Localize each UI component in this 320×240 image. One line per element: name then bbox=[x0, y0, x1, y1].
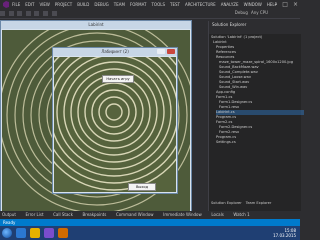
minimize-icon[interactable]: – bbox=[274, 0, 277, 9]
close-icon[interactable] bbox=[167, 49, 175, 54]
folder-icon[interactable] bbox=[30, 228, 40, 238]
tab-solution-explorer[interactable]: Solution Explorer bbox=[211, 201, 242, 207]
tab-locals[interactable]: Locals bbox=[209, 211, 223, 219]
maximize-icon[interactable]: □ bbox=[282, 0, 288, 9]
tab-breakpoints[interactable]: Breakpoints bbox=[81, 211, 107, 219]
toolbar-button[interactable] bbox=[51, 11, 57, 16]
close-icon[interactable]: × bbox=[293, 0, 298, 9]
clock-date: 17.03.2015 bbox=[273, 233, 296, 238]
tab-output[interactable]: Output bbox=[0, 211, 16, 219]
menu-window[interactable]: WINDOW bbox=[244, 1, 262, 8]
menu-architecture[interactable]: ARCHITECTURE bbox=[185, 1, 216, 8]
tab-immediate-window[interactable]: Immediate Window bbox=[161, 211, 202, 219]
platform-select[interactable]: Any CPU bbox=[251, 10, 268, 15]
tab-call-stack[interactable]: Call Stack bbox=[51, 211, 73, 219]
menu-edit[interactable]: EDIT bbox=[25, 1, 34, 8]
tree-item-settings[interactable]: Settings.cs bbox=[216, 140, 236, 145]
solution-explorer-toolbar bbox=[209, 28, 301, 34]
menu-test[interactable]: TEST bbox=[170, 1, 180, 8]
solution-explorer-header: Solution Explorer bbox=[209, 21, 301, 28]
menu-team[interactable]: TEAM bbox=[114, 1, 125, 8]
status-text: Ready bbox=[3, 220, 16, 225]
menu-project[interactable]: PROJECT bbox=[55, 1, 72, 8]
menu-debug[interactable]: DEBUG bbox=[94, 1, 108, 8]
toolbar-button[interactable] bbox=[42, 11, 48, 16]
back-window-title: Labirint bbox=[1, 21, 191, 29]
toolbar-button[interactable] bbox=[8, 11, 14, 16]
vs-logo-icon bbox=[3, 1, 9, 8]
toolbar-button[interactable] bbox=[25, 11, 31, 16]
system-tray: 15:08 17.03.2015 bbox=[273, 228, 296, 238]
solution-explorer: Solution Explorer Solution 'Labirint' (1… bbox=[208, 21, 304, 211]
window-controls: – □ × bbox=[274, 0, 298, 9]
start-game-button[interactable]: Начать игру bbox=[102, 75, 134, 83]
menu-format[interactable]: FORMAT bbox=[130, 1, 147, 8]
menu-tools[interactable]: TOOLS bbox=[151, 1, 165, 8]
menu-bar: FILE EDIT VIEW PROJECT BUILD DEBUG TEAM … bbox=[12, 1, 277, 8]
toolbar-button[interactable] bbox=[0, 11, 5, 16]
toolbar-button[interactable] bbox=[34, 11, 40, 16]
menu-view[interactable]: VIEW bbox=[39, 1, 49, 8]
maze-image-front: Начать игру Выход bbox=[54, 57, 176, 192]
status-bar: Ready bbox=[0, 219, 300, 226]
toolbar-button[interactable] bbox=[17, 11, 23, 16]
windows-start-icon[interactable] bbox=[2, 228, 12, 238]
app-window-front: Лабиринт (2) Начать игру Выход bbox=[52, 47, 178, 194]
minimize-icon[interactable] bbox=[157, 49, 165, 54]
tab-watch[interactable]: Watch 1 bbox=[231, 211, 249, 219]
output-tabs: Output Error List Call Stack Breakpoints… bbox=[0, 211, 300, 219]
media-icon[interactable] bbox=[58, 228, 68, 238]
tab-team-explorer[interactable]: Team Explorer bbox=[246, 201, 272, 207]
build-config: Debug Any CPU bbox=[235, 10, 268, 15]
panel-bottom-tabs: Solution Explorer Team Explorer bbox=[208, 201, 300, 207]
tab-error-list[interactable]: Error List bbox=[24, 211, 44, 219]
visual-studio-icon[interactable] bbox=[44, 228, 54, 238]
menu-build[interactable]: BUILD bbox=[77, 1, 89, 8]
tab-command-window[interactable]: Command Window bbox=[114, 211, 154, 219]
menu-file[interactable]: FILE bbox=[12, 1, 20, 8]
menu-analyze[interactable]: ANALYZE bbox=[221, 1, 239, 8]
config-select[interactable]: Debug bbox=[235, 10, 248, 15]
ie-icon[interactable] bbox=[16, 228, 26, 238]
exit-button[interactable]: Выход bbox=[128, 183, 156, 191]
